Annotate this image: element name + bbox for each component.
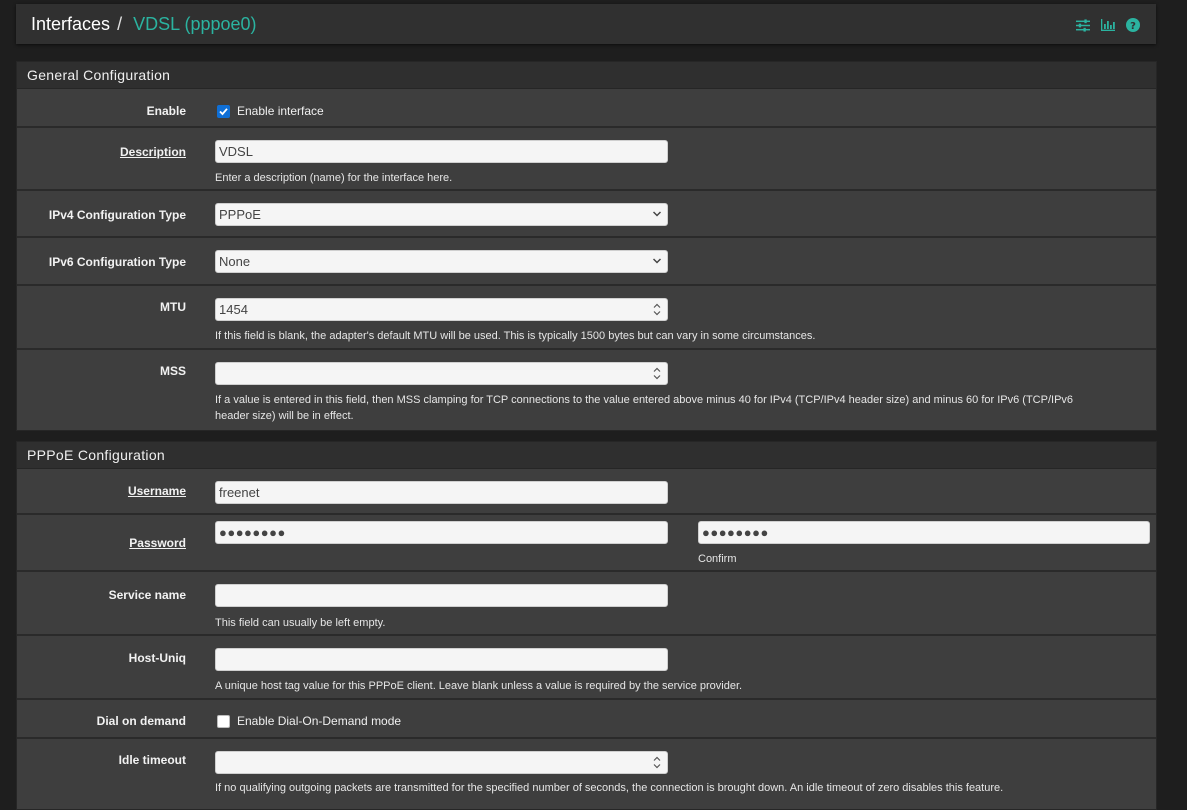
breadcrumb-current[interactable]: VDSL (pppoe0) (133, 14, 256, 34)
row-ipv6-type: IPv6 Configuration Type None (17, 238, 1156, 286)
host-uniq-help: A unique host tag value for this PPPoE c… (215, 680, 743, 692)
description-help: Enter a description (name) for the inter… (215, 172, 453, 184)
mss-help-line1: If a value is entered in this field, the… (215, 394, 1074, 406)
ipv6-type-select[interactable]: None (215, 250, 668, 273)
row-host-uniq: Host-Uniq A unique host tag value for th… (17, 636, 1156, 700)
password-confirm-input[interactable]: ●●●●●●●● (698, 521, 1150, 544)
row-service-name: Service name This field can usually be l… (17, 572, 1156, 636)
breadcrumb-separator: / (117, 14, 123, 34)
mtu-value: 1454 (219, 302, 248, 317)
confirm-label: Confirm (698, 553, 737, 565)
mss-input[interactable] (215, 362, 668, 385)
password-input[interactable]: ●●●●●●●● (215, 521, 668, 544)
chevron-down-icon (653, 258, 661, 264)
idle-timeout-label: Idle timeout (118, 753, 186, 767)
mss-label: MSS (159, 364, 186, 378)
page-header: Interfaces / VDSL (pppoe0) ? (16, 4, 1156, 44)
description-label[interactable]: Description (120, 145, 186, 159)
mss-help-line2: header size) will be in effect. (215, 410, 354, 422)
svg-text:?: ? (1130, 21, 1136, 32)
dial-on-demand-checkbox[interactable] (217, 715, 230, 728)
service-name-label: Service name (108, 588, 186, 602)
service-name-input[interactable] (215, 584, 668, 607)
idle-timeout-input[interactable] (215, 751, 668, 774)
idle-timeout-help: If no qualifying outgoing packets are tr… (215, 782, 1004, 794)
enable-interface-label[interactable]: Enable interface (237, 104, 324, 118)
row-description: Description VDSL Enter a description (na… (17, 128, 1156, 191)
dial-on-demand-label: Dial on demand (96, 714, 186, 728)
panel-heading-pppoe: PPPoE Configuration (17, 442, 1156, 469)
row-ipv4-type: IPv4 Configuration Type PPPoE (17, 191, 1156, 238)
ipv4-type-value: PPPoE (219, 207, 261, 222)
username-input[interactable]: freenet (215, 481, 668, 504)
ipv6-type-label: IPv6 Configuration Type (48, 255, 186, 269)
spinner-icon[interactable] (653, 302, 661, 317)
bar-chart-icon[interactable] (1101, 18, 1115, 32)
password-label[interactable]: Password (129, 536, 186, 550)
username-label[interactable]: Username (128, 484, 186, 498)
breadcrumb-root[interactable]: Interfaces (31, 14, 110, 34)
row-username: Username freenet (17, 469, 1156, 515)
service-name-help: This field can usually be left empty. (215, 617, 386, 629)
sliders-icon[interactable] (1076, 18, 1090, 32)
ipv4-type-select[interactable]: PPPoE (215, 203, 668, 226)
mss-help: If a value is entered in this field, the… (215, 392, 1135, 424)
row-mtu: MTU 1454 If this field is blank, the ada… (17, 286, 1156, 350)
ipv4-type-label: IPv4 Configuration Type (48, 208, 186, 222)
panel-heading-general: General Configuration (17, 62, 1156, 89)
ipv6-type-value: None (219, 254, 251, 269)
pppoe-configuration-panel: PPPoE Configuration Username freenet Pas… (16, 441, 1157, 810)
enable-interface-checkbox[interactable] (217, 105, 230, 118)
help-icon[interactable]: ? (1126, 18, 1140, 32)
breadcrumb: Interfaces / VDSL (pppoe0) (31, 14, 257, 35)
spinner-icon[interactable] (653, 755, 661, 770)
enable-label: Enable (146, 104, 186, 118)
row-idle-timeout: Idle timeout If no qualifying outgoing p… (17, 739, 1156, 809)
row-password: Password ●●●●●●●● ●●●●●●●● Confirm (17, 515, 1156, 572)
mtu-input[interactable]: 1454 (215, 298, 668, 321)
description-input[interactable]: VDSL (215, 140, 668, 163)
row-dial-on-demand: Dial on demand Enable Dial-On-Demand mod… (17, 700, 1156, 739)
chevron-down-icon (653, 211, 661, 217)
host-uniq-input[interactable] (215, 648, 668, 671)
dial-on-demand-checkbox-label[interactable]: Enable Dial-On-Demand mode (237, 714, 401, 728)
row-mss: MSS If a value is entered in this field,… (17, 350, 1156, 430)
host-uniq-label: Host-Uniq (128, 651, 186, 665)
mtu-label: MTU (160, 300, 186, 314)
row-enable: Enable Enable interface (17, 89, 1156, 128)
mtu-help: If this field is blank, the adapter's de… (215, 330, 816, 342)
spinner-icon[interactable] (653, 366, 661, 381)
general-configuration-panel: General Configuration Enable Enable inte… (16, 61, 1157, 431)
